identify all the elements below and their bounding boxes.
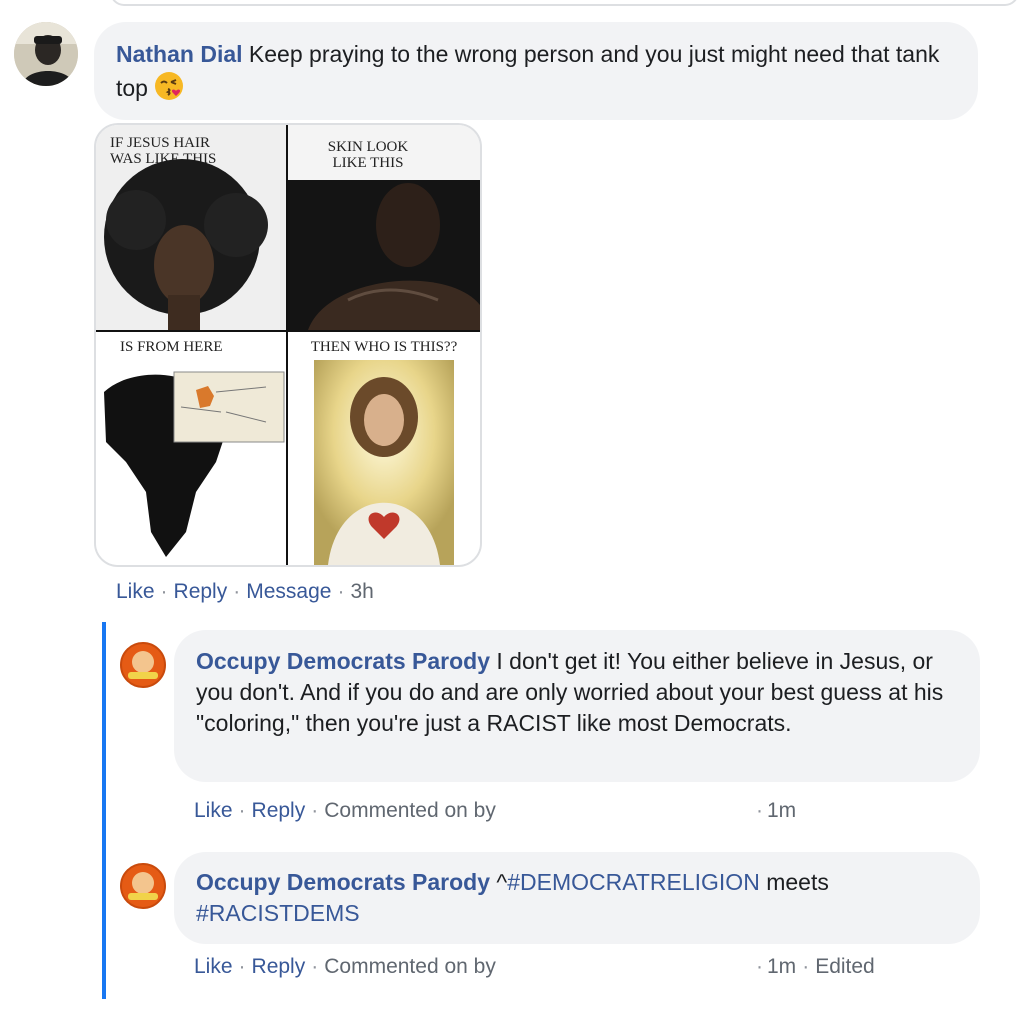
panel-skin: SKIN LOOK LIKE THIS bbox=[288, 125, 480, 330]
like-link[interactable]: Like bbox=[116, 580, 155, 603]
reply-link[interactable]: Reply bbox=[252, 799, 306, 822]
comment-timestamp[interactable]: 3h bbox=[350, 580, 373, 603]
occupy-democrats-parody-avatar[interactable] bbox=[120, 863, 166, 909]
dark-skin-portrait-image bbox=[288, 180, 480, 330]
occupy-democrats-parody-avatar[interactable] bbox=[120, 642, 166, 688]
jesus-painting-image bbox=[314, 360, 454, 565]
logo-icon bbox=[123, 645, 163, 685]
panel-hair: IF JESUS HAIR WAS LIKE THIS bbox=[96, 125, 286, 330]
reply-link[interactable]: Reply bbox=[174, 580, 228, 603]
panel-map: IS FROM HERE bbox=[96, 332, 286, 565]
afro-portrait-image bbox=[104, 159, 268, 330]
comment-bubble: Nathan Dial Keep praying to the wrong pe… bbox=[94, 22, 978, 120]
reply-timestamp[interactable]: 1m bbox=[767, 955, 796, 978]
previous-comment-edge bbox=[110, 0, 1019, 6]
reply-thread-bar bbox=[102, 622, 106, 999]
logo-icon bbox=[123, 866, 163, 906]
reply-bubble: Occupy Democrats Parody ^#DEMOCRATRELIGI… bbox=[174, 852, 980, 944]
africa-map-image bbox=[104, 371, 285, 557]
hashtag-link[interactable]: #DEMOCRATRELIGION bbox=[507, 869, 760, 895]
reply-author[interactable]: Occupy Democrats Parody bbox=[196, 869, 490, 895]
image-grid-divider bbox=[96, 330, 480, 332]
like-link[interactable]: Like bbox=[194, 799, 233, 822]
user-photo-icon bbox=[14, 22, 78, 86]
hashtag-link[interactable]: #RACISTDEMS bbox=[196, 900, 360, 926]
comment-actions: Like · Reply · Message · 3h bbox=[116, 580, 374, 603]
reply-time: · 1m bbox=[756, 799, 797, 822]
comment-image[interactable]: IF JESUS HAIR WAS LIKE THIS SKIN LOOK LI… bbox=[94, 123, 482, 567]
kiss-emoji-icon bbox=[155, 72, 184, 100]
reply-link[interactable]: Reply bbox=[252, 955, 306, 978]
edited-label[interactable]: Edited bbox=[815, 955, 875, 978]
commented-on-text: Commented on by bbox=[324, 955, 496, 978]
reply-text: meets bbox=[759, 869, 829, 895]
like-link[interactable]: Like bbox=[194, 955, 233, 978]
panel-jesus: THEN WHO IS THIS?? bbox=[288, 332, 480, 565]
reply-actions: Like · Reply · Commented on by bbox=[194, 799, 496, 822]
reply-time: · 1m · Edited bbox=[756, 955, 875, 978]
comment-author[interactable]: Nathan Dial bbox=[116, 41, 243, 67]
reply-prefix: ^ bbox=[496, 869, 508, 895]
image-grid-divider bbox=[286, 125, 288, 565]
commented-on-text: Commented on by bbox=[324, 799, 496, 822]
message-link[interactable]: Message bbox=[246, 580, 331, 603]
reply-actions: Like · Reply · Commented on by bbox=[194, 955, 496, 978]
nathan-dial-avatar[interactable] bbox=[14, 22, 78, 86]
reply-timestamp[interactable]: 1m bbox=[767, 799, 796, 822]
reply-bubble: Occupy Democrats Parody I don't get it! … bbox=[174, 630, 980, 782]
reply-author[interactable]: Occupy Democrats Parody bbox=[196, 648, 490, 674]
